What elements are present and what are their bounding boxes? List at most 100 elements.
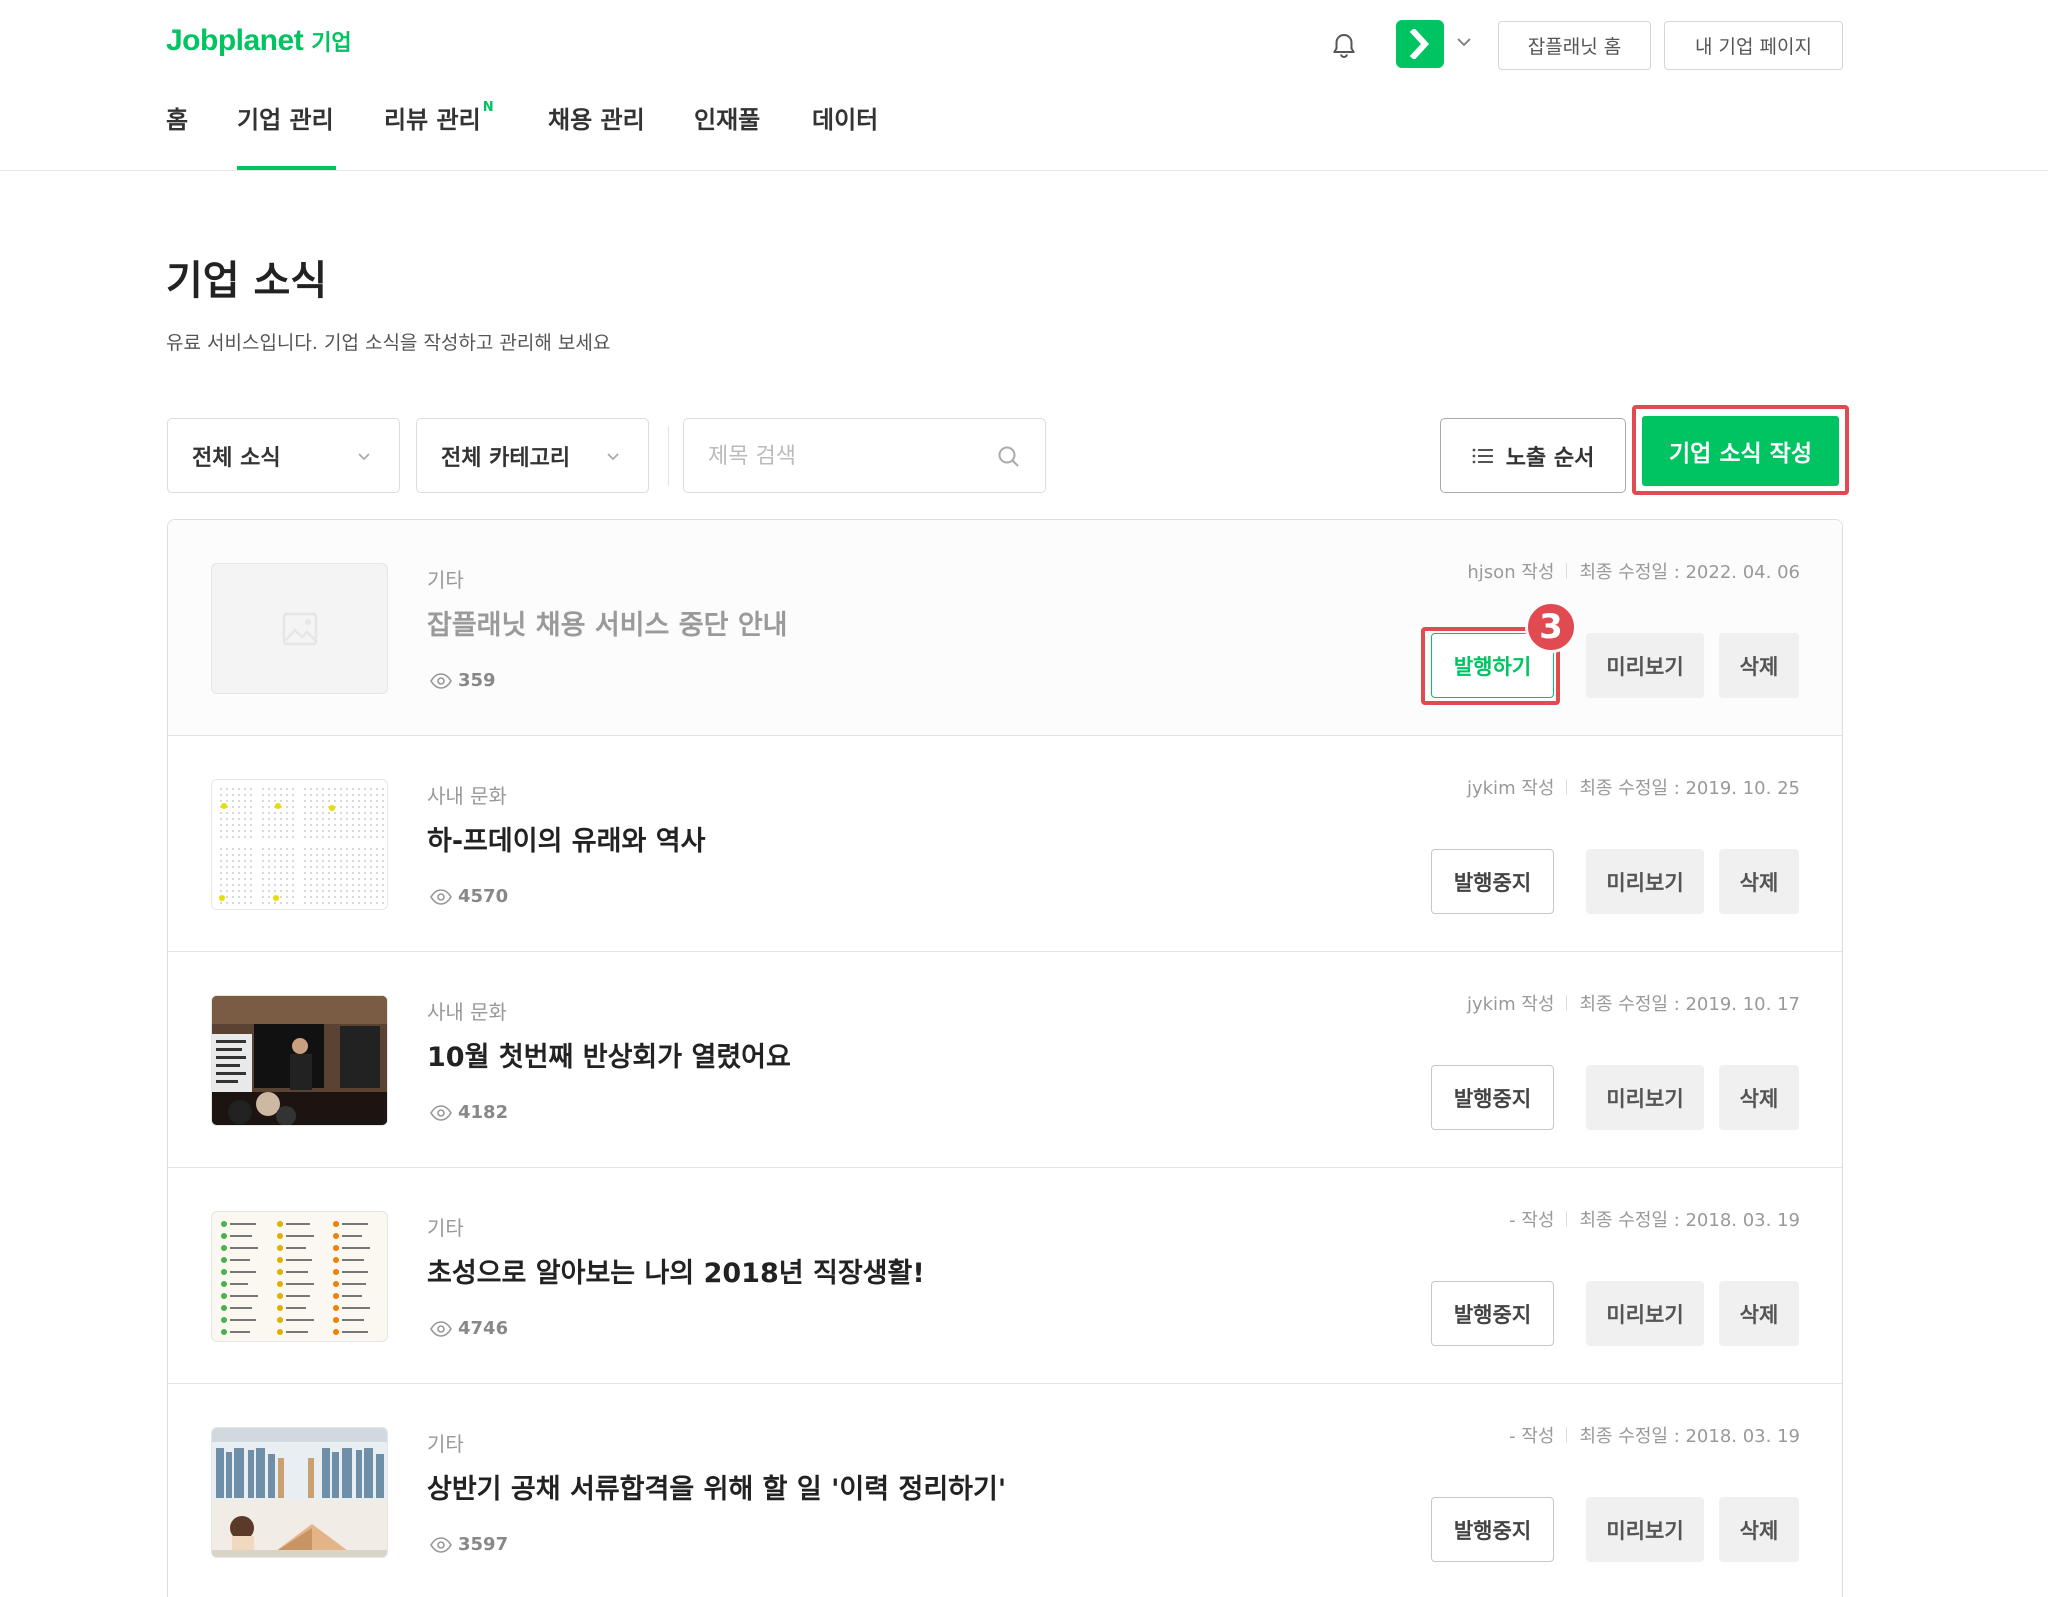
checklist-image bbox=[221, 1221, 370, 1335]
nav-home[interactable]: 홈 bbox=[166, 100, 188, 135]
preview-button[interactable]: 미리보기 bbox=[1586, 1065, 1704, 1130]
post-author: jykim 작성 bbox=[1466, 994, 1555, 1015]
view-count: 4570 bbox=[458, 886, 509, 907]
chevron-right-logo-icon bbox=[1409, 29, 1430, 59]
nav-review-management[interactable]: 리뷰 관리 N bbox=[384, 100, 494, 135]
nav-recruit-management[interactable]: 채용 관리 bbox=[548, 100, 645, 135]
post-category: 기타 bbox=[427, 568, 464, 592]
title-search bbox=[683, 418, 1046, 493]
display-order-label: 노출 순서 bbox=[1505, 445, 1595, 471]
preview-button[interactable]: 미리보기 bbox=[1586, 1281, 1704, 1346]
post-author: jykim 작성 bbox=[1466, 778, 1555, 799]
delete-button[interactable]: 삭제 bbox=[1719, 1065, 1799, 1130]
post-modified-date: 최종 수정일 : 2022. 04. 06 bbox=[1579, 562, 1800, 583]
post-meta: hjson 작성 최종 수정일 : 2022. 04. 06 bbox=[1467, 558, 1800, 584]
list-item: 사내 문화 하-프데이의 유래와 역사 4570 jykim 작성 최종 수정일… bbox=[168, 736, 1842, 952]
preview-button[interactable]: 미리보기 bbox=[1586, 1497, 1704, 1562]
eye-icon bbox=[430, 1320, 452, 1337]
post-title[interactable]: 잡플래닛 채용 서비스 중단 안내 bbox=[427, 603, 788, 642]
post-category: 기타 bbox=[427, 1216, 464, 1240]
list-item: 기타 초성으로 알아보는 나의 2018년 직장생활! 4746 - 작성 최종… bbox=[168, 1168, 1842, 1384]
meta-divider bbox=[1566, 563, 1568, 579]
eye-icon bbox=[430, 672, 452, 689]
search-input[interactable] bbox=[708, 437, 988, 475]
post-views: 359 bbox=[430, 670, 496, 691]
thumbnail-calendar bbox=[211, 779, 388, 910]
post-category: 기타 bbox=[427, 1432, 464, 1456]
unpublish-button[interactable]: 발행중지 bbox=[1431, 1497, 1554, 1562]
page-title: 기업 소식 bbox=[166, 258, 328, 304]
thumbnail-checklist bbox=[211, 1211, 388, 1342]
delete-button[interactable]: 삭제 bbox=[1719, 1497, 1799, 1562]
post-title[interactable]: 초성으로 알아보는 나의 2018년 직장생활! bbox=[427, 1251, 925, 1290]
preview-button[interactable]: 미리보기 bbox=[1586, 849, 1704, 914]
filter-divider bbox=[668, 426, 669, 486]
jobplanet-home-button[interactable]: 잡플래닛 홈 bbox=[1498, 21, 1651, 70]
post-category: 사내 문화 bbox=[427, 1000, 507, 1024]
category-select[interactable]: 전체 카테고리 bbox=[416, 418, 649, 493]
new-badge: N bbox=[482, 100, 494, 115]
post-modified-date: 최종 수정일 : 2019. 10. 25 bbox=[1579, 778, 1800, 799]
view-count: 3597 bbox=[458, 1534, 509, 1555]
logo-brand: Jobplanet bbox=[166, 24, 304, 57]
post-meta: jykim 작성 최종 수정일 : 2019. 10. 17 bbox=[1467, 990, 1800, 1016]
list-item: 기타 잡플래닛 채용 서비스 중단 안내 359 hjson 작성 최종 수정일… bbox=[168, 520, 1842, 736]
eye-icon bbox=[430, 1104, 452, 1121]
preview-button[interactable]: 미리보기 bbox=[1586, 633, 1704, 698]
post-views: 4182 bbox=[430, 1102, 508, 1123]
view-count: 4182 bbox=[458, 1102, 509, 1123]
bell-icon[interactable] bbox=[1328, 30, 1360, 62]
delete-button[interactable]: 삭제 bbox=[1719, 1281, 1799, 1346]
post-title[interactable]: 10월 첫번째 반상회가 열렸어요 bbox=[427, 1035, 791, 1074]
post-meta: - 작성 최종 수정일 : 2018. 03. 19 bbox=[1509, 1206, 1800, 1232]
logo-sub: 기업 bbox=[311, 31, 352, 56]
nav-company-management[interactable]: 기업 관리 bbox=[237, 100, 334, 135]
meeting-photo-image bbox=[212, 996, 387, 1125]
delete-button[interactable]: 삭제 bbox=[1719, 633, 1799, 698]
jobplanet-logo[interactable]: Jobplanet 기업 bbox=[166, 24, 352, 60]
news-type-select[interactable]: 전체 소식 bbox=[167, 418, 400, 493]
post-meta: - 작성 최종 수정일 : 2018. 03. 19 bbox=[1509, 1422, 1800, 1448]
list-icon bbox=[1472, 448, 1493, 463]
step-number-badge: 3 bbox=[1525, 601, 1577, 653]
view-count: 4746 bbox=[458, 1318, 509, 1339]
meta-divider bbox=[1566, 1427, 1568, 1443]
company-avatar[interactable] bbox=[1396, 20, 1444, 68]
delete-button[interactable]: 삭제 bbox=[1719, 849, 1799, 914]
nav-review-label: 리뷰 관리 bbox=[384, 106, 481, 134]
chevron-down-icon[interactable] bbox=[1452, 30, 1476, 54]
post-author: hjson 작성 bbox=[1467, 562, 1555, 583]
post-title[interactable]: 상반기 공채 서류합격을 위해 할 일 '이력 정리하기' bbox=[427, 1467, 1006, 1506]
unpublish-button[interactable]: 발행중지 bbox=[1431, 1281, 1554, 1346]
calendar-grid-image bbox=[216, 784, 384, 906]
header-divider bbox=[0, 170, 2048, 171]
my-company-page-button[interactable]: 내 기업 페이지 bbox=[1664, 21, 1843, 70]
nav-data[interactable]: 데이터 bbox=[812, 100, 878, 135]
chevron-down-icon bbox=[607, 453, 619, 461]
main-nav: 홈 기업 관리 리뷰 관리 N 채용 관리 인재풀 데이터 bbox=[0, 100, 1000, 172]
write-company-news-button[interactable]: 기업 소식 작성 bbox=[1642, 416, 1839, 486]
post-modified-date: 최종 수정일 : 2018. 03. 19 bbox=[1579, 1210, 1800, 1231]
post-title[interactable]: 하-프데이의 유래와 역사 bbox=[427, 819, 705, 858]
display-order-button[interactable]: 노출 순서 bbox=[1440, 418, 1626, 493]
post-views: 3597 bbox=[430, 1534, 508, 1555]
post-author: - 작성 bbox=[1509, 1210, 1555, 1231]
unpublish-button[interactable]: 발행중지 bbox=[1431, 1065, 1554, 1130]
search-icon[interactable] bbox=[996, 444, 1022, 470]
post-meta: jykim 작성 최종 수정일 : 2019. 10. 25 bbox=[1467, 774, 1800, 800]
post-category: 사내 문화 bbox=[427, 784, 507, 808]
list-item: 사내 문화 10월 첫번째 반상회가 열렸어요 4182 jykim 작성 최종… bbox=[168, 952, 1842, 1168]
post-views: 4746 bbox=[430, 1318, 508, 1339]
category-value: 전체 카테고리 bbox=[441, 445, 571, 471]
thumbnail-placeholder bbox=[211, 563, 388, 694]
thumbnail-meeting-photo bbox=[211, 995, 388, 1126]
post-modified-date: 최종 수정일 : 2019. 10. 17 bbox=[1579, 994, 1800, 1015]
thumbnail-library-photo bbox=[211, 1427, 388, 1558]
meta-divider bbox=[1566, 995, 1568, 1011]
post-modified-date: 최종 수정일 : 2018. 03. 19 bbox=[1579, 1426, 1800, 1447]
meta-divider bbox=[1566, 779, 1568, 795]
unpublish-button[interactable]: 발행중지 bbox=[1431, 849, 1554, 914]
nav-talent-pool[interactable]: 인재풀 bbox=[694, 100, 760, 135]
list-item: 기타 상반기 공채 서류합격을 위해 할 일 '이력 정리하기' 3597 - … bbox=[168, 1384, 1842, 1597]
eye-icon bbox=[430, 888, 452, 905]
